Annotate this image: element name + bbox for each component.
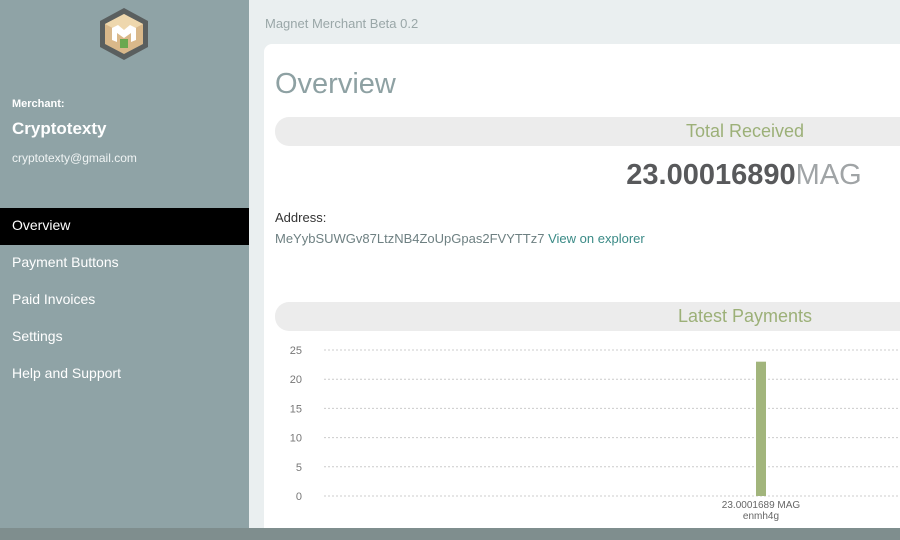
merchant-email: cryptotexty@gmail.com <box>12 151 137 165</box>
sidebar-nav: Overview Payment Buttons Paid Invoices S… <box>0 208 249 393</box>
y-tick-label: 25 <box>290 345 302 357</box>
y-tick-label: 20 <box>290 374 302 386</box>
sidebar: Merchant: Cryptotexty cryptotexty@gmail.… <box>0 0 249 528</box>
payment-bar <box>756 361 766 496</box>
merchant-label: Merchant: <box>12 98 65 110</box>
app-title: Magnet Merchant Beta 0.2 <box>265 16 419 31</box>
nav-item-settings[interactable]: Settings <box>0 319 249 356</box>
y-tick-label: 10 <box>290 433 302 445</box>
y-tick-label: 5 <box>296 462 302 474</box>
y-tick-label: 15 <box>290 403 302 415</box>
bar-label-amount: 23.0001689 MAG <box>722 500 801 511</box>
y-tick-label: 0 <box>296 491 302 503</box>
nav-item-paid-invoices[interactable]: Paid Invoices <box>0 282 249 319</box>
bottom-strip <box>0 528 900 540</box>
magnet-logo <box>100 8 148 60</box>
latest-payments-chart: 0 5 10 15 20 25 23.0001689 MAGenmh4g <box>290 345 900 522</box>
nav-item-help-and-support[interactable]: Help and Support <box>0 356 249 393</box>
nav-item-overview[interactable]: Overview <box>0 208 249 245</box>
main-area: Magnet Merchant Beta 0.2 Overview Total … <box>249 0 900 528</box>
overview-card: Overview Total Received 23.00016890MAG A… <box>264 44 900 528</box>
merchant-name: Cryptotexty <box>12 119 107 138</box>
nav-item-payment-buttons[interactable]: Payment Buttons <box>0 245 249 282</box>
bar-label-id: enmh4g <box>743 511 779 522</box>
